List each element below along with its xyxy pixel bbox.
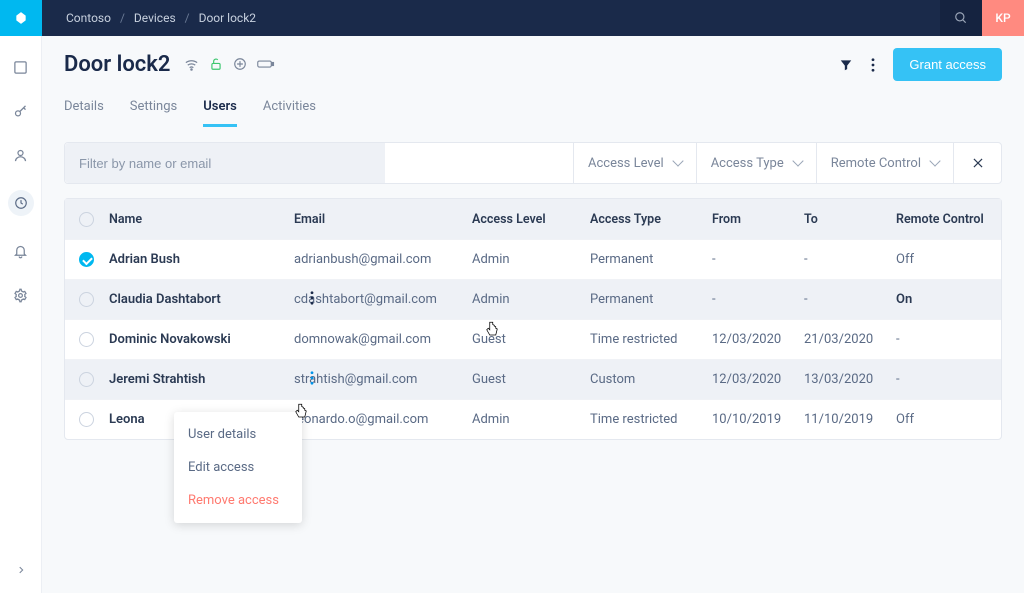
row-checkbox[interactable] xyxy=(79,252,94,267)
select-all-checkbox[interactable] xyxy=(79,212,94,227)
crumb-0[interactable]: Contoso xyxy=(66,11,111,25)
dd-access-level[interactable]: Access Level xyxy=(573,143,696,183)
cell-access-type: Time restricted xyxy=(590,412,712,427)
cell-to: 13/03/2020 xyxy=(804,372,896,387)
cell-email: adrianbush@gmail.com xyxy=(294,252,472,267)
dashboard-icon[interactable] xyxy=(12,58,30,76)
cell-remote: - xyxy=(896,332,987,347)
row-more-icon[interactable] xyxy=(310,371,314,385)
clock-icon[interactable] xyxy=(8,190,34,216)
crumb-2[interactable]: Door lock2 xyxy=(199,11,256,25)
cell-email: domnowak@gmail.com xyxy=(294,332,472,347)
cell-from: - xyxy=(712,292,804,307)
unlock-icon xyxy=(209,57,223,72)
row-checkbox[interactable] xyxy=(79,332,94,347)
cell-to: 21/03/2020 xyxy=(804,332,896,347)
cell-to: 11/10/2019 xyxy=(804,412,896,427)
breadcrumb[interactable]: Contoso / Devices / Door lock2 xyxy=(66,11,256,25)
filter-row: Access Level Access Type Remote Control xyxy=(64,142,1002,184)
cell-from: 12/03/2020 xyxy=(712,332,804,347)
ctx-user-details[interactable]: User details xyxy=(174,418,302,451)
cell-email: strahtish@gmail.com xyxy=(294,372,472,387)
cell-remote: Off xyxy=(896,412,987,427)
cell-to: - xyxy=(804,292,896,307)
status-icons xyxy=(184,57,275,72)
row-checkbox[interactable] xyxy=(79,292,94,307)
chevron-down-icon xyxy=(929,155,940,166)
cell-access-level: Admin xyxy=(472,252,590,267)
table-header: Name Email Access Level Access Type From… xyxy=(65,199,1001,239)
main: Door lock2 Grant access Details Settings… xyxy=(42,36,1024,593)
tab-activities[interactable]: Activities xyxy=(263,93,316,127)
cell-name: Jeremi Strahtish xyxy=(109,372,294,387)
crumb-1[interactable]: Devices xyxy=(134,11,176,25)
tab-settings[interactable]: Settings xyxy=(130,93,177,127)
row-checkbox[interactable] xyxy=(79,412,94,427)
cell-from: 10/10/2019 xyxy=(712,412,804,427)
expand-icon[interactable] xyxy=(0,565,41,575)
tab-users[interactable]: Users xyxy=(203,93,237,127)
page-title: Door lock2 xyxy=(64,52,170,77)
ctx-remove-access[interactable]: Remove access xyxy=(174,484,302,517)
context-menu: User details Edit access Remove access xyxy=(174,412,302,523)
chevron-down-icon xyxy=(792,155,803,166)
grant-access-button[interactable]: Grant access xyxy=(893,48,1002,81)
breadcrumb-bar: Contoso / Devices / Door lock2 xyxy=(42,0,940,36)
ctx-edit-access[interactable]: Edit access xyxy=(174,451,302,484)
filter-close[interactable] xyxy=(953,143,1001,183)
cell-remote: - xyxy=(896,372,987,387)
topbar: Contoso / Devices / Door lock2 KP xyxy=(0,0,1024,36)
tab-details[interactable]: Details xyxy=(64,93,104,127)
topbar-right: KP xyxy=(940,0,1024,36)
app-logo[interactable] xyxy=(0,0,42,36)
cell-access-level: Admin xyxy=(472,412,590,427)
sidebar xyxy=(0,36,42,593)
cell-name: Claudia Dashtabort xyxy=(109,292,294,307)
bell-icon[interactable] xyxy=(12,242,30,260)
cell-remote: Off xyxy=(896,252,987,267)
wifi-icon xyxy=(184,57,199,72)
dd-remote-control[interactable]: Remote Control xyxy=(816,143,953,183)
person-icon[interactable] xyxy=(12,146,30,164)
table-row[interactable]: Jeremi Strahtishstrahtish@gmail.comGuest… xyxy=(65,359,1001,399)
cell-name: Adrian Bush xyxy=(109,252,294,267)
cell-access-level: Admin xyxy=(472,292,590,307)
row-checkbox[interactable] xyxy=(79,372,94,387)
more-icon[interactable] xyxy=(871,58,875,72)
tabs: Details Settings Users Activities xyxy=(64,93,1002,128)
dd-access-type[interactable]: Access Type xyxy=(696,143,816,183)
table-row[interactable]: Adrian Bushadrianbush@gmail.comAdminPerm… xyxy=(65,239,1001,279)
sync-icon xyxy=(233,57,247,72)
avatar[interactable]: KP xyxy=(982,0,1024,36)
table-row[interactable]: Claudia Dashtabortcdashtabort@gmail.comA… xyxy=(65,279,1001,319)
users-table: Name Email Access Level Access Type From… xyxy=(64,198,1002,440)
cell-access-type: Custom xyxy=(590,372,712,387)
cell-access-type: Permanent xyxy=(590,292,712,307)
cell-email: leonardo.o@gmail.com xyxy=(294,412,472,427)
filter-icon[interactable] xyxy=(839,58,853,72)
cell-remote: On xyxy=(896,292,987,307)
cell-access-level: Guest xyxy=(472,332,590,347)
cell-from: - xyxy=(712,252,804,267)
cell-access-type: Permanent xyxy=(590,252,712,267)
cell-access-level: Guest xyxy=(472,372,590,387)
title-row: Door lock2 Grant access xyxy=(64,48,1002,81)
cell-email: cdashtabort@gmail.com xyxy=(294,292,472,307)
row-more-icon[interactable] xyxy=(310,291,314,305)
filter-input[interactable] xyxy=(65,143,385,183)
cell-access-type: Time restricted xyxy=(590,332,712,347)
cell-from: 12/03/2020 xyxy=(712,372,804,387)
search-icon[interactable] xyxy=(940,0,982,36)
table-row[interactable]: Dominic Novakowskidomnowak@gmail.comGues… xyxy=(65,319,1001,359)
gear-icon[interactable] xyxy=(12,286,30,304)
cell-to: - xyxy=(804,252,896,267)
key-icon[interactable] xyxy=(12,102,30,120)
battery-icon xyxy=(257,57,275,72)
cell-name: Dominic Novakowski xyxy=(109,332,294,347)
chevron-down-icon xyxy=(672,155,683,166)
